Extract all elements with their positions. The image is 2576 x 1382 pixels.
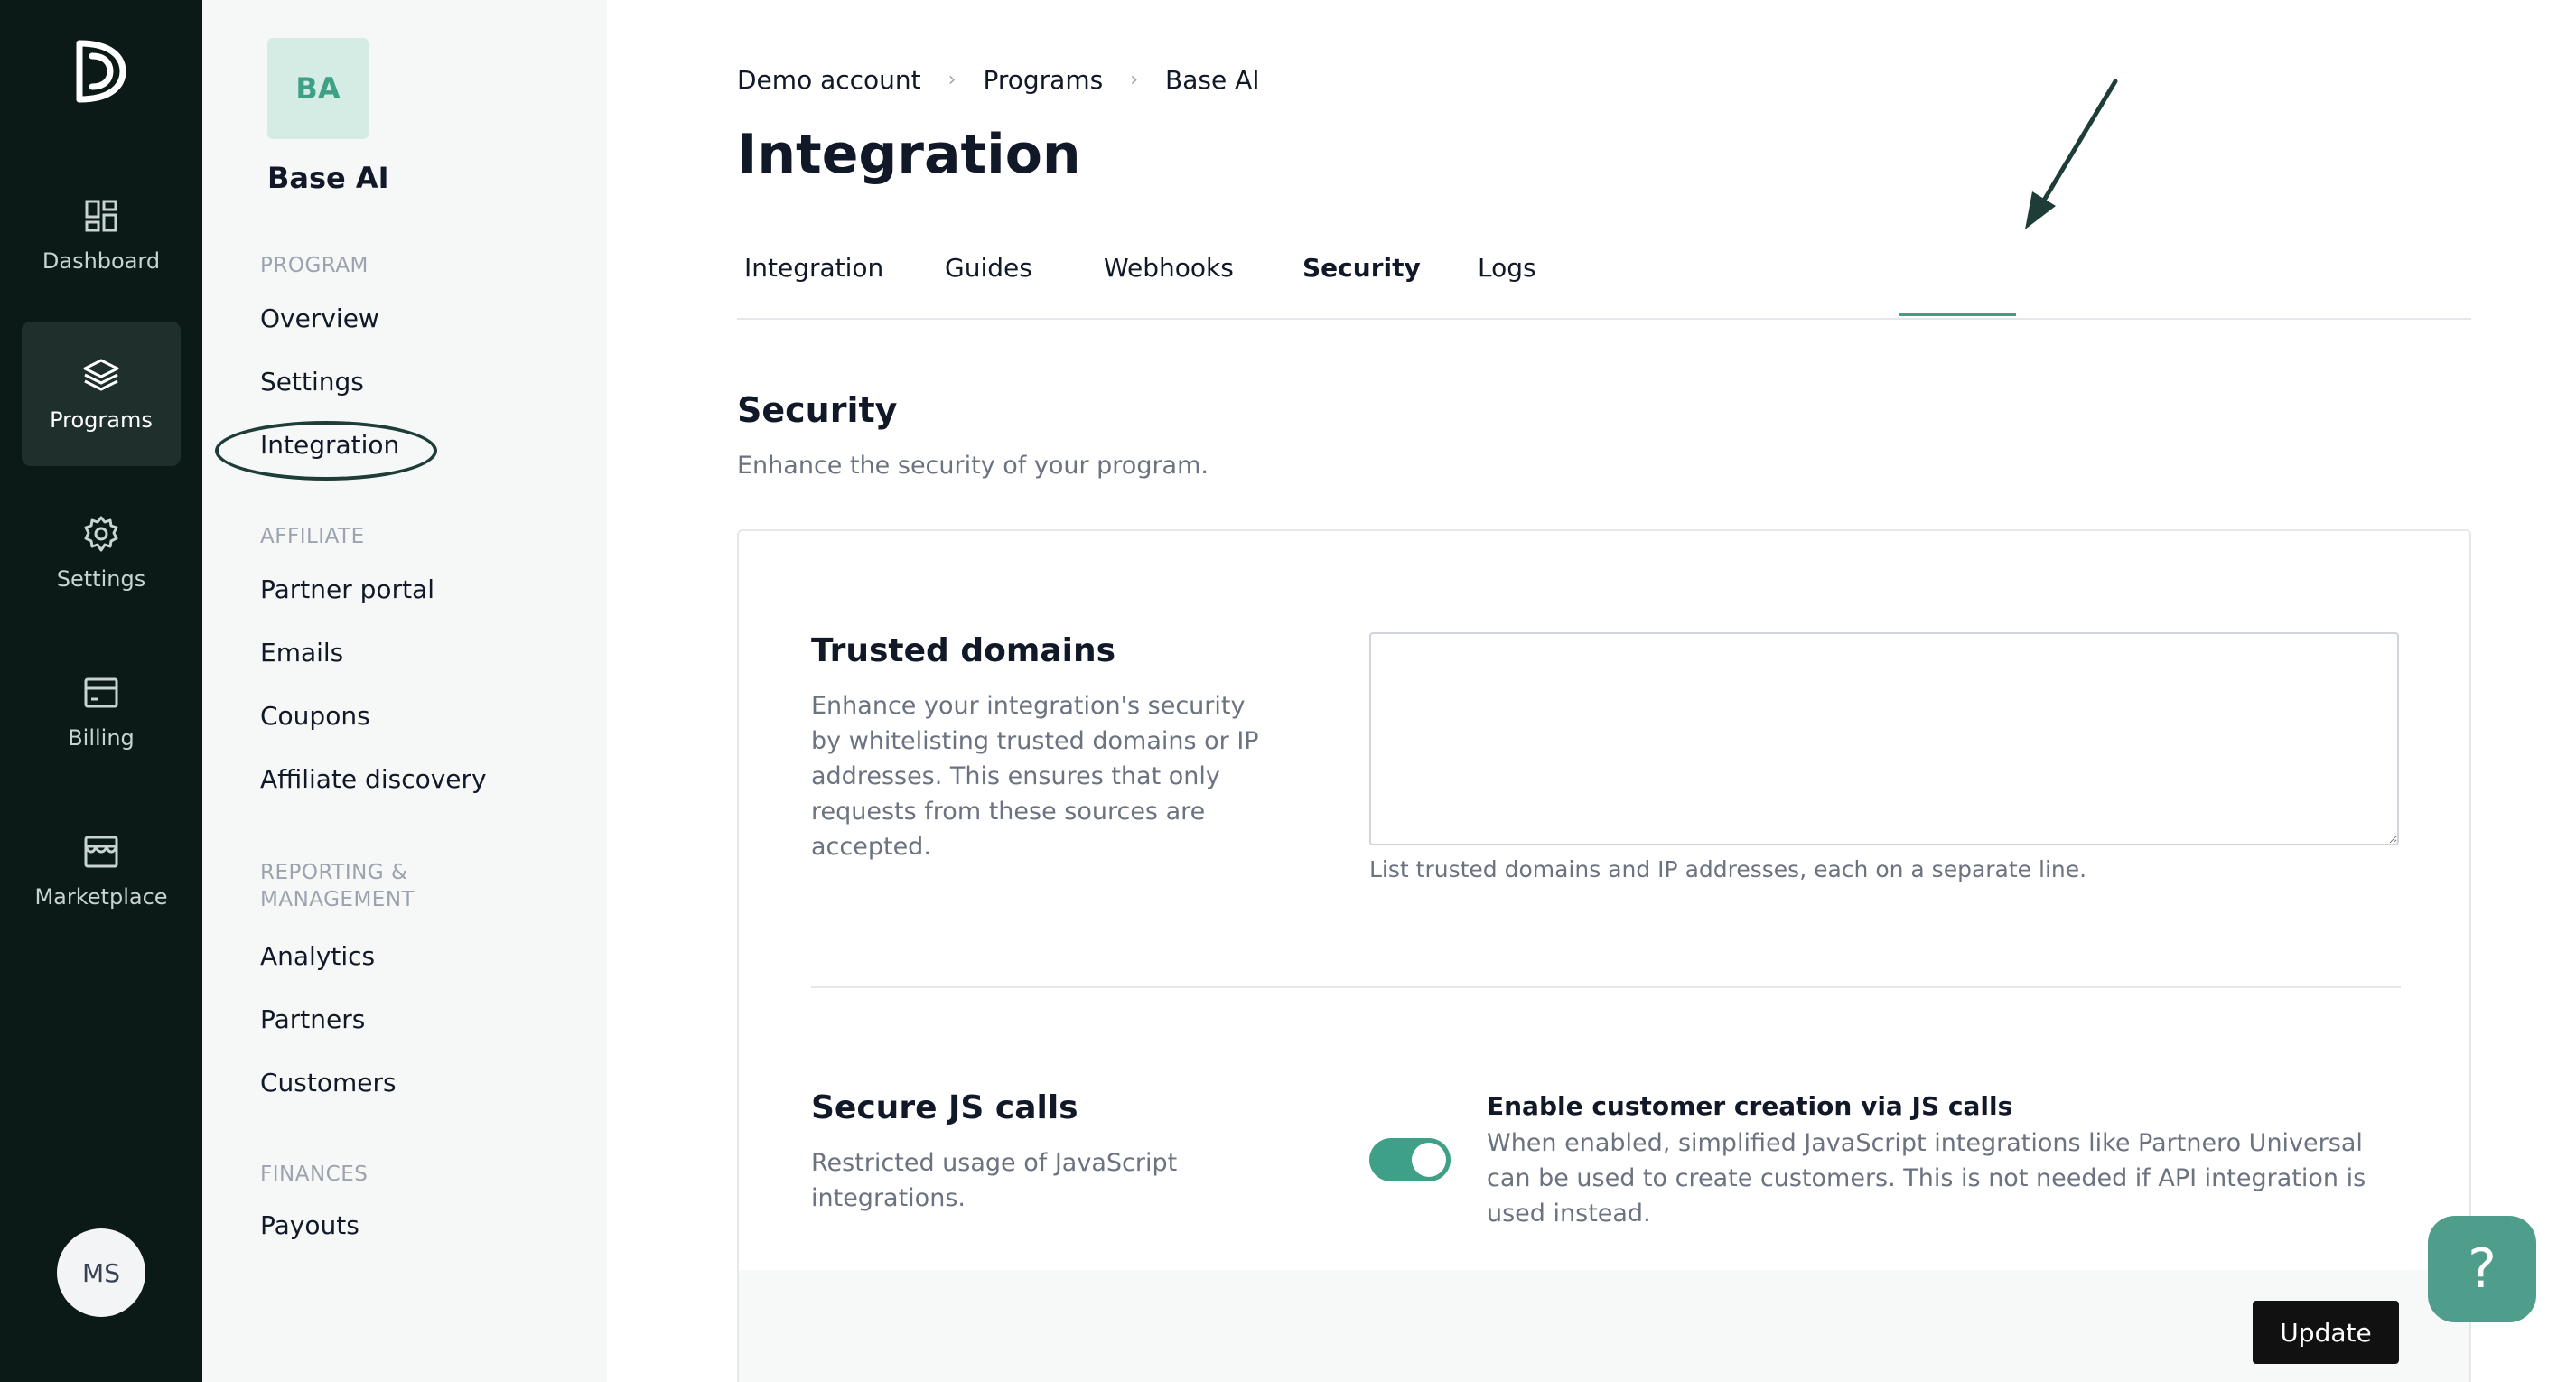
section-title: Security [737,390,898,430]
secure-js-title: Secure JS calls [811,1089,1078,1126]
section-description: Enhance the security of your program. [737,452,1209,480]
tab-integration[interactable]: Integration [744,253,883,320]
breadcrumb-item-program[interactable]: Base AI [1165,65,1260,95]
sidebar-item-overview[interactable]: Overview [260,303,379,333]
user-avatar[interactable]: MS [57,1228,145,1317]
secure-js-description: Restricted usage of JavaScript integrati… [811,1149,1178,1212]
sidebar-item-emails[interactable]: Emails [260,638,343,668]
program-name: Base AI [267,161,389,195]
breadcrumb: Demo account › Programs › Base AI [737,65,1260,95]
sidebar-item-analytics[interactable]: Analytics [260,941,375,971]
chevron-right-icon: › [1130,69,1139,91]
tab-guides[interactable]: Guides [945,253,1032,320]
trusted-domains-hint: List trusted domains and IP addresses, e… [1369,856,2087,882]
sidebar-item-customers[interactable]: Customers [260,1068,397,1097]
rail-item-label: Dashboard [42,248,161,274]
sidebar-item-partner-portal[interactable]: Partner portal [260,574,434,604]
update-button[interactable]: Update [2253,1301,2399,1364]
page-title: Integration [737,123,1081,186]
rail-item-marketplace[interactable]: Marketplace [22,798,181,943]
section-label-affiliate: AFFILIATE [260,525,365,548]
gear-icon [84,516,118,552]
help-button[interactable]: ? [2428,1216,2536,1322]
breadcrumb-item-programs[interactable]: Programs [983,65,1103,95]
rail-item-dashboard[interactable]: Dashboard [22,163,181,307]
rail-item-billing[interactable]: Billing [22,640,181,784]
js-customer-creation-toggle[interactable] [1369,1138,1451,1181]
section-label-reporting: REPORTING & MANAGEMENT [260,861,415,911]
dashboard-icon [85,200,117,232]
active-tab-indicator [1899,313,2016,316]
security-settings-card: Trusted domains Enhance your integration… [737,529,2471,1382]
sidebar-item-partners[interactable]: Partners [260,1004,365,1034]
sidebar-item-coupons[interactable]: Coupons [260,701,370,731]
rail-item-label: Marketplace [34,884,168,910]
partnero-logo-icon[interactable] [72,36,130,107]
js-customer-creation-description: When enabled, simplified JavaScript inte… [1487,1129,2366,1228]
rail-item-programs[interactable]: Programs [22,322,181,466]
section-label-finances: FINANCES [260,1163,369,1186]
rail-item-label: Settings [56,566,146,592]
trusted-domains-description: Enhance your integration's security by w… [811,692,1259,861]
main-content: Demo account › Programs › Base AI Integr… [607,0,2576,1382]
trusted-domains-input[interactable] [1369,632,2399,845]
tab-webhooks[interactable]: Webhooks [1104,253,1234,320]
layers-icon [83,359,119,391]
store-icon [84,836,118,868]
breadcrumb-item-account[interactable]: Demo account [737,65,921,95]
card-footer [739,1270,2469,1382]
rail-item-label: Billing [68,725,135,751]
sidebar-item-settings[interactable]: Settings [260,367,364,397]
tab-bar: Integration Guides Webhooks Security Log… [737,242,2471,320]
rail-item-label: Programs [50,407,153,433]
sidebar-item-affiliate-discovery[interactable]: Affiliate discovery [260,764,487,794]
sidebar-item-payouts[interactable]: Payouts [260,1210,359,1240]
chevron-right-icon: › [947,69,957,91]
trusted-domains-title: Trusted domains [811,632,1116,669]
arrow-annotation-icon [2025,79,2118,229]
billing-icon [84,677,118,708]
section-label-program: PROGRAM [260,254,369,277]
sidebar-item-integration[interactable]: Integration [260,430,399,460]
tab-security[interactable]: Security [1302,253,1421,320]
rail-item-settings[interactable]: Settings [22,481,181,625]
tab-logs[interactable]: Logs [1478,253,1536,320]
app-rail: Dashboard Programs Settings Billing Mark… [0,0,202,1382]
toggle-knob [1412,1143,1446,1177]
program-sidebar: BA Base AI PROGRAM Overview Settings Int… [202,0,607,1382]
section-divider [811,986,2401,988]
program-avatar: BA [267,38,369,139]
js-customer-creation-label: Enable customer creation via JS calls [1487,1091,2013,1121]
